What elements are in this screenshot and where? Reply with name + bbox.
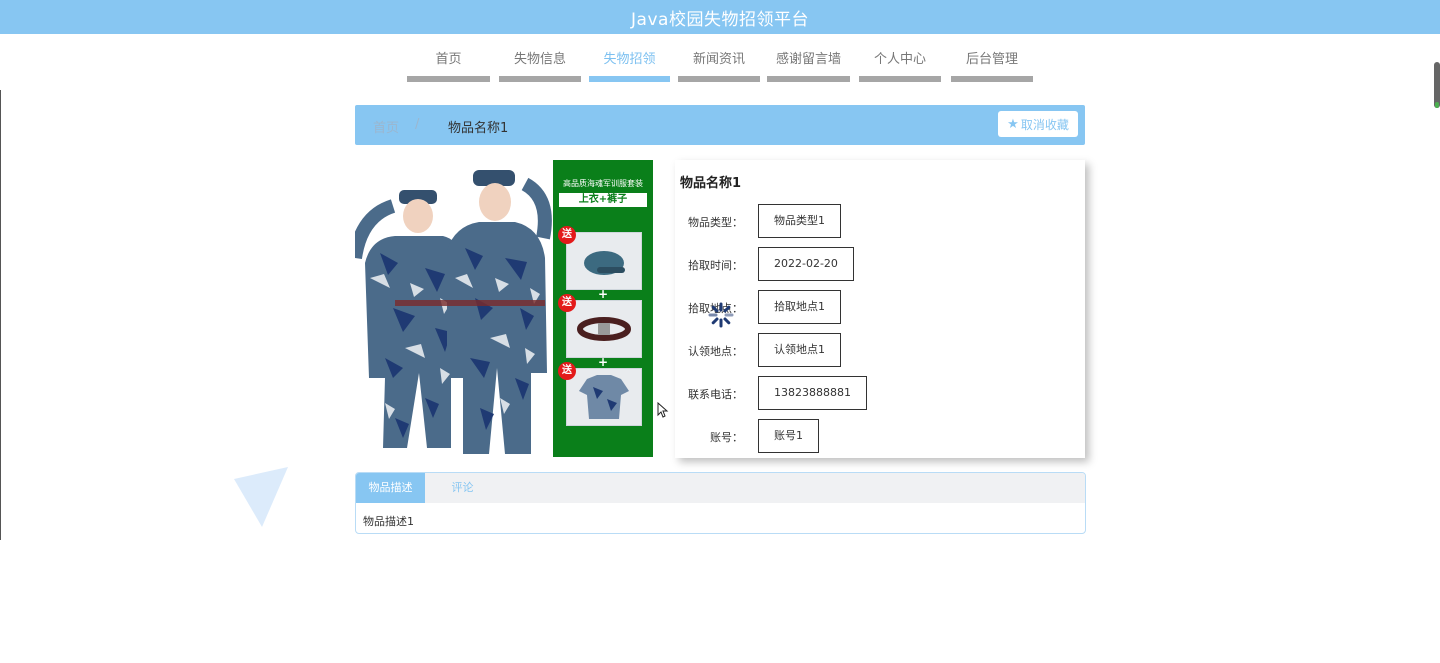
mouse-cursor-icon xyxy=(657,402,669,418)
scrollbar-thumb-tip xyxy=(1435,102,1439,108)
plus-sign: + xyxy=(598,287,609,301)
nav-item-lost-info[interactable]: 失物信息 xyxy=(499,50,581,82)
nav-underline xyxy=(499,76,581,82)
loading-spinner-icon xyxy=(708,302,734,328)
nav-item-lost-and-found[interactable]: 失物招领 xyxy=(589,50,670,82)
promo-subtitle: 上衣+裤子 xyxy=(559,193,647,207)
field-item-type: 物品类型： 物品类型1 xyxy=(675,204,1085,238)
tabs-header: 物品描述 评论 xyxy=(356,473,1085,503)
nav-item-label: 失物招领 xyxy=(603,52,656,67)
item-title: 物品名称1 xyxy=(680,176,742,191)
nav-underline xyxy=(678,76,760,82)
nav-underline xyxy=(589,76,670,82)
gift-tshirt xyxy=(566,368,642,426)
field-value: 拾取地点1 xyxy=(758,290,841,324)
nav-underline xyxy=(951,76,1033,82)
field-value: 认领地点1 xyxy=(758,333,841,367)
breadcrumb: 首页 / 物品名称1 ★ 取消收藏 xyxy=(355,105,1085,145)
camouflage-uniform-models-image xyxy=(355,158,553,458)
main-nav: 首页 失物信息 失物招领 新闻资讯 感谢留言墙 个人中心 后台管理 xyxy=(0,50,1440,82)
page-scrollbar[interactable] xyxy=(1434,62,1440,108)
decorative-triangle-icon xyxy=(234,467,288,527)
unfavorite-button[interactable]: ★ 取消收藏 xyxy=(998,111,1078,137)
tab-comments[interactable]: 评论 xyxy=(425,473,500,503)
field-contact-phone: 联系电话： 13823888881 xyxy=(675,376,1085,410)
breadcrumb-separator: / xyxy=(415,117,420,132)
nav-item-label: 失物信息 xyxy=(513,52,566,67)
promo-panel: 高品质海魂军训服套装 上衣+裤子 送 送 送 + + xyxy=(553,160,653,457)
nav-item-label: 新闻资讯 xyxy=(692,52,745,67)
camo-tshirt-icon xyxy=(579,375,629,419)
field-account: 账号： 账号1 xyxy=(675,419,1085,453)
gift-badge: 送 xyxy=(558,362,576,380)
gift-belt xyxy=(566,300,642,358)
tab-item-description[interactable]: 物品描述 xyxy=(356,473,425,503)
breadcrumb-current: 物品名称1 xyxy=(448,121,509,136)
field-value: 物品类型1 xyxy=(758,204,841,238)
field-value: 2022-02-20 xyxy=(758,247,854,281)
tab-content-description: 物品描述1 xyxy=(363,515,414,528)
field-pickup-time: 拾取时间： 2022-02-20 xyxy=(675,247,1085,281)
field-label: 联系电话： xyxy=(688,388,743,401)
breadcrumb-home[interactable]: 首页 xyxy=(373,117,399,136)
item-tabs: 物品描述 评论 物品描述1 xyxy=(355,472,1086,534)
app-header: Java校园失物招领平台 xyxy=(0,0,1440,34)
nav-item-home[interactable]: 首页 xyxy=(407,50,490,82)
nav-item-thanks-wall[interactable]: 感谢留言墙 xyxy=(767,50,850,82)
nav-item-profile[interactable]: 个人中心 xyxy=(859,50,941,82)
promo-title: 高品质海魂军训服套装 xyxy=(563,179,643,188)
field-label: 物品类型： xyxy=(688,216,743,229)
gift-badge: 送 xyxy=(558,226,576,244)
nav-item-news[interactable]: 新闻资讯 xyxy=(678,50,760,82)
field-pickup-location: 拾取地点： 拾取地点1 xyxy=(675,290,1085,324)
gift-cap xyxy=(566,232,642,290)
unfavorite-label: 取消收藏 xyxy=(1020,117,1069,132)
app-title: Java校园失物招领平台 xyxy=(631,9,809,30)
gift-badge: 送 xyxy=(558,294,576,312)
item-detail-card: 物品名称1 物品类型： 物品类型1 拾取时间： 2022-02-20 拾取地点：… xyxy=(675,160,1085,458)
star-icon: ★ xyxy=(1007,116,1019,132)
left-edge-divider xyxy=(0,90,1,540)
nav-underline xyxy=(859,76,941,82)
field-value: 账号1 xyxy=(758,419,819,453)
nav-underline xyxy=(407,76,490,82)
plus-sign: + xyxy=(598,355,609,369)
field-claim-location: 认领地点： 认领地点1 xyxy=(675,333,1085,367)
camo-cap-icon xyxy=(584,251,625,275)
nav-item-label: 后台管理 xyxy=(965,52,1018,67)
belt-icon xyxy=(577,317,631,341)
field-label: 拾取时间： xyxy=(688,259,743,272)
nav-item-label: 首页 xyxy=(435,52,462,67)
product-image: 高品质海魂军训服套装 上衣+裤子 送 送 送 + + xyxy=(355,158,653,458)
nav-underline xyxy=(767,76,850,82)
nav-item-label: 感谢留言墙 xyxy=(775,52,841,67)
field-label: 认领地点： xyxy=(688,345,743,358)
nav-item-admin[interactable]: 后台管理 xyxy=(951,50,1033,82)
field-label: 账号： xyxy=(710,431,743,444)
nav-item-label: 个人中心 xyxy=(873,52,926,67)
field-value: 13823888881 xyxy=(758,376,867,410)
